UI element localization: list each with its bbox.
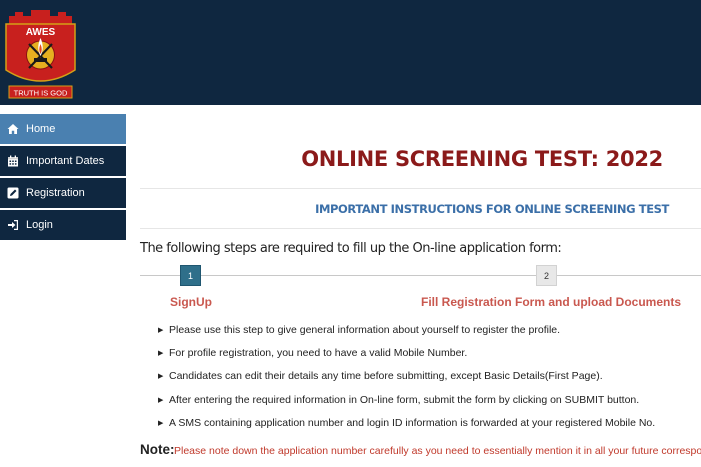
step-2-indicator[interactable]: 2	[536, 265, 557, 286]
sidebar-item-registration[interactable]: Registration	[0, 178, 126, 208]
sign-in-icon	[7, 219, 19, 231]
sidebar-item-label: Important Dates	[26, 155, 105, 167]
list-item: ▶ A SMS containing application number and…	[158, 417, 656, 430]
awes-logo[interactable]: AWES TRUTH IS GOD	[3, 8, 78, 100]
calendar-icon	[7, 155, 19, 167]
sidebar-item-label: Registration	[26, 187, 85, 199]
triangle-right-icon: ▶	[158, 396, 164, 404]
step-1-label: SignUp	[170, 295, 212, 309]
list-item: ▶ For profile registration, you need to h…	[158, 347, 468, 360]
triangle-right-icon: ▶	[158, 326, 164, 334]
divider	[140, 188, 701, 189]
step-2-label: Fill Registration Form and upload Docume…	[421, 295, 682, 309]
sidebar-nav: Home Important Dates Registration Login	[0, 114, 126, 242]
divider	[140, 228, 701, 229]
list-item: ▶ Candidates can edit their details any t…	[158, 370, 603, 383]
main-content: ONLINE SCREENING TEST: 2022 IMPORTANT IN…	[140, 105, 701, 467]
sidebar-item-login[interactable]: Login	[0, 210, 126, 240]
triangle-right-icon: ▶	[158, 373, 164, 381]
logo-top-text: AWES	[26, 27, 56, 38]
triangle-right-icon: ▶	[158, 420, 164, 428]
triangle-right-icon: ▶	[158, 350, 164, 358]
note-text: Please note down the application number …	[174, 445, 701, 457]
steps-intro: The following steps are required to fill…	[140, 241, 562, 256]
home-icon	[7, 123, 19, 135]
page-title: ONLINE SCREENING TEST: 2022	[301, 147, 663, 171]
list-item: ▶ Please use this step to give general in…	[158, 323, 561, 336]
site-header: AWES TRUTH IS GOD	[0, 0, 701, 105]
instructions-subtitle: IMPORTANT INSTRUCTIONS FOR ONLINE SCREEN…	[315, 202, 669, 216]
logo-motto: TRUTH IS GOD	[14, 89, 68, 98]
awes-crest-icon: AWES TRUTH IS GOD	[5, 10, 76, 99]
instruction-list: ▶ Please use this step to give general in…	[158, 318, 698, 435]
note-label: Note:	[140, 442, 175, 457]
step-1-indicator[interactable]: 1	[180, 265, 201, 286]
sidebar-item-label: Login	[26, 219, 53, 231]
sidebar-item-label: Home	[26, 123, 56, 135]
sidebar-item-important-dates[interactable]: Important Dates	[0, 146, 126, 176]
list-item: ▶ After entering the required information…	[158, 393, 640, 406]
edit-icon	[7, 187, 19, 199]
step-progress-line	[140, 275, 701, 276]
sidebar-item-home[interactable]: Home	[0, 114, 126, 144]
